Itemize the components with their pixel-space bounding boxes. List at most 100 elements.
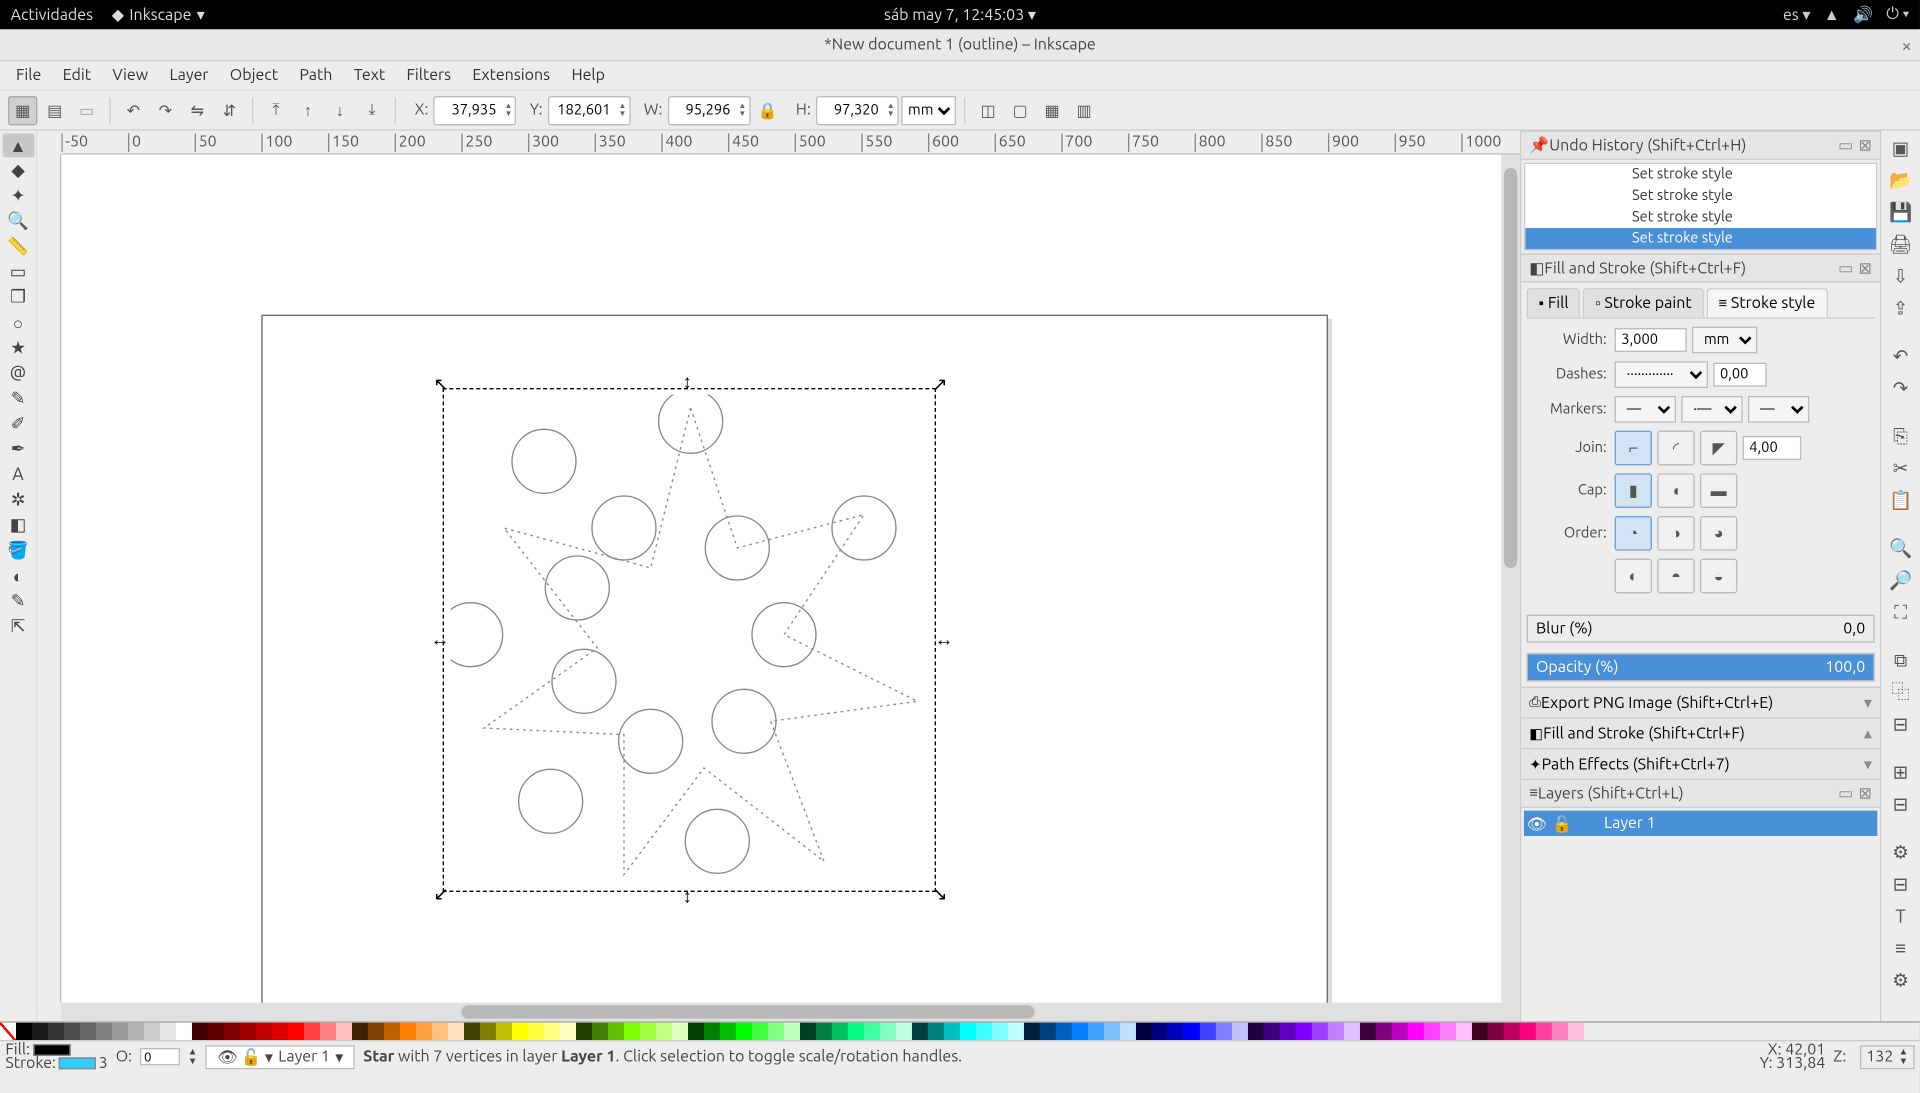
affect-corners-icon[interactable]: ▢ xyxy=(1005,95,1034,124)
lock-icon[interactable]: 🔓 xyxy=(1552,814,1572,833)
cut-icon[interactable]: ✂ xyxy=(1885,453,1917,482)
order-2-icon[interactable]: ◑ xyxy=(1657,516,1694,551)
color-swatch[interactable] xyxy=(448,1023,464,1040)
color-swatch[interactable] xyxy=(496,1023,512,1040)
minimize-icon[interactable]: ▭ xyxy=(1838,784,1853,803)
print-icon[interactable]: 🖨 xyxy=(1885,229,1917,258)
selection-bbox[interactable]: ↖ ↕ ↗ ↔ ↔ ↙ ↕ ↘ xyxy=(443,388,936,892)
color-swatch[interactable] xyxy=(1216,1023,1232,1040)
color-swatch[interactable] xyxy=(768,1023,784,1040)
color-swatch[interactable] xyxy=(1152,1023,1168,1040)
undo-icon[interactable]: ↶ xyxy=(1885,341,1917,370)
layer-selector[interactable]: 👁 🔓 ▾Layer 1 ▾ xyxy=(205,1045,355,1069)
color-swatch[interactable] xyxy=(1424,1023,1440,1040)
color-swatch[interactable] xyxy=(1536,1023,1552,1040)
color-swatch[interactable] xyxy=(784,1023,800,1040)
color-swatch[interactable] xyxy=(720,1023,736,1040)
star-tool[interactable]: ★ xyxy=(2,336,34,360)
color-swatch[interactable] xyxy=(368,1023,384,1040)
marker-mid[interactable]: ·— xyxy=(1681,396,1742,423)
ungroup-icon[interactable]: ⊟ xyxy=(1885,789,1917,818)
color-swatch[interactable] xyxy=(736,1023,752,1040)
color-swatch[interactable] xyxy=(1552,1023,1568,1040)
color-swatch[interactable] xyxy=(416,1023,432,1040)
order-6-icon[interactable]: ◒ xyxy=(1700,559,1737,594)
menu-file[interactable]: File xyxy=(5,63,52,88)
pin-icon[interactable]: 📌 xyxy=(1529,136,1549,155)
path-effects-panel[interactable]: ✦ Path Effects (Shift+Ctrl+7)▾ xyxy=(1521,748,1880,779)
text-tool[interactable]: A xyxy=(2,463,34,487)
stroke-swatch[interactable] xyxy=(59,1057,96,1069)
w-input[interactable] xyxy=(669,102,736,118)
rect-tool[interactable]: ▭ xyxy=(2,260,34,284)
spray-tool[interactable]: ✲ xyxy=(2,488,34,512)
color-swatch[interactable] xyxy=(1200,1023,1216,1040)
power-icon[interactable]: ⏻ ▾ xyxy=(1886,5,1909,24)
color-swatch[interactable] xyxy=(1488,1023,1504,1040)
color-swatch[interactable] xyxy=(1184,1023,1200,1040)
raise-icon[interactable]: ↑ xyxy=(293,95,322,124)
eraser-tool[interactable]: ◧ xyxy=(2,513,34,537)
flip-h-icon[interactable]: ⇋ xyxy=(183,95,212,124)
color-swatch[interactable] xyxy=(1008,1023,1024,1040)
color-swatch[interactable] xyxy=(432,1023,448,1040)
order-4-icon[interactable]: ◐ xyxy=(1615,559,1652,594)
unlink-icon[interactable]: ⊟ xyxy=(1885,709,1917,738)
handle-ne[interactable]: ↗ xyxy=(932,379,945,392)
handle-se[interactable]: ↘ xyxy=(932,888,945,901)
affect-stroke-icon[interactable]: ◫ xyxy=(973,95,1002,124)
color-swatch[interactable] xyxy=(592,1023,608,1040)
menu-path[interactable]: Path xyxy=(289,63,343,88)
color-swatch[interactable] xyxy=(352,1023,368,1040)
handle-nw[interactable]: ↖ xyxy=(433,379,446,392)
color-swatch[interactable] xyxy=(608,1023,624,1040)
color-swatch[interactable] xyxy=(1344,1023,1360,1040)
color-swatch[interactable] xyxy=(192,1023,208,1040)
color-swatch[interactable] xyxy=(256,1023,272,1040)
clock[interactable]: sáb may 7, 12:45:03 ▾ xyxy=(884,5,1036,24)
menu-layer[interactable]: Layer xyxy=(159,63,219,88)
zoom-tool[interactable]: 🔍 xyxy=(2,209,34,233)
color-swatch[interactable] xyxy=(1136,1023,1152,1040)
no-color-swatch[interactable] xyxy=(0,1023,16,1040)
lower-icon[interactable]: ↓ xyxy=(325,95,354,124)
order-5-icon[interactable]: ◓ xyxy=(1657,559,1694,594)
tab-fill[interactable]: ▪ Fill xyxy=(1527,288,1581,317)
zoom-input[interactable]: 132 ▲▼ xyxy=(1860,1045,1915,1069)
scrollbar-horizontal[interactable] xyxy=(61,1003,1501,1022)
color-swatch[interactable] xyxy=(1520,1023,1536,1040)
affect-gradient-icon[interactable]: ▦ xyxy=(1037,95,1066,124)
rotate-cw-icon[interactable]: ↷ xyxy=(151,95,180,124)
order-3-icon[interactable]: ◕ xyxy=(1700,516,1737,551)
close-panel-icon[interactable]: ⊠ xyxy=(1859,136,1872,155)
fillstroke-collapsed[interactable]: ◧ Fill and Stroke (Shift+Ctrl+F)▴ xyxy=(1521,717,1880,748)
color-swatch[interactable] xyxy=(576,1023,592,1040)
deselect-icon[interactable]: ▭ xyxy=(72,95,101,124)
tweak-tool[interactable]: ✦ xyxy=(2,184,34,208)
align-icon[interactable]: ⊟ xyxy=(1885,869,1917,898)
color-swatch[interactable] xyxy=(1264,1023,1280,1040)
color-swatch[interactable] xyxy=(640,1023,656,1040)
color-swatch[interactable] xyxy=(272,1023,288,1040)
select-same-icon[interactable]: ▤ xyxy=(40,95,69,124)
color-swatch[interactable] xyxy=(656,1023,672,1040)
color-swatch[interactable] xyxy=(64,1023,80,1040)
color-swatch[interactable] xyxy=(16,1023,32,1040)
color-swatch[interactable] xyxy=(96,1023,112,1040)
color-swatch[interactable] xyxy=(832,1023,848,1040)
pencil-tool[interactable]: ✎ xyxy=(2,387,34,411)
cap-butt-icon[interactable]: ▮ xyxy=(1615,473,1652,508)
handle-n[interactable]: ↕ xyxy=(683,376,696,389)
color-swatch[interactable] xyxy=(528,1023,544,1040)
color-swatch[interactable] xyxy=(544,1023,560,1040)
menu-help[interactable]: Help xyxy=(561,63,616,88)
color-swatch[interactable] xyxy=(1280,1023,1296,1040)
app-menu[interactable]: ◆ Inkscape ▾ xyxy=(112,5,205,24)
x-input[interactable] xyxy=(435,102,502,118)
scrollbar-vertical[interactable] xyxy=(1501,155,1520,1003)
y-input[interactable] xyxy=(549,102,616,118)
marker-end[interactable]: — xyxy=(1748,396,1809,423)
export-icon[interactable]: ⇪ xyxy=(1885,293,1917,322)
color-swatch[interactable] xyxy=(288,1023,304,1040)
color-swatch[interactable] xyxy=(896,1023,912,1040)
